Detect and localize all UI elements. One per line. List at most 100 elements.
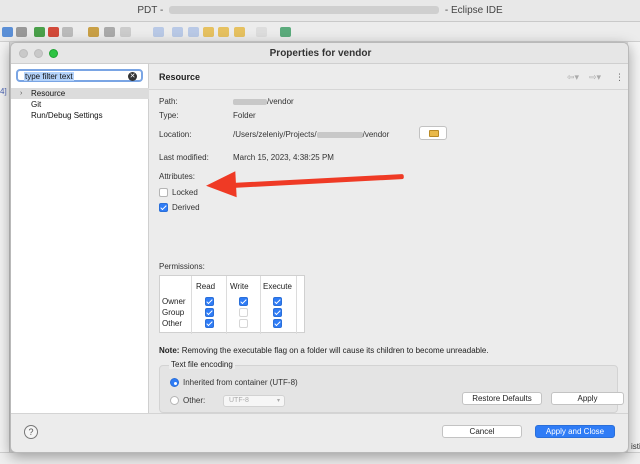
redacted-text: [316, 131, 363, 138]
locked-checkbox[interactable]: [159, 188, 168, 197]
properties-dialog: Properties for vendor type filter text ✕…: [10, 42, 629, 453]
cancel-button[interactable]: Cancel: [442, 425, 522, 438]
annotation-arrow-icon: [205, 171, 237, 199]
ide-right-edge-text: istic: [631, 442, 640, 451]
ide-right-panel: [628, 42, 640, 464]
modified-label: Last modified:: [159, 153, 209, 162]
toolbar-icon[interactable]: [280, 27, 291, 37]
owner-read-checkbox[interactable]: [205, 297, 214, 306]
back-icon[interactable]: [234, 27, 245, 37]
group-write-checkbox[interactable]: [239, 308, 248, 317]
tree-item-run-debug[interactable]: Run/Debug Settings: [11, 110, 149, 121]
locked-label: Locked: [172, 188, 198, 197]
type-value: Folder: [233, 111, 256, 120]
location-suffix: /vendor: [362, 130, 390, 139]
perm-header-write: Write: [230, 282, 249, 291]
column-divider: [191, 276, 192, 334]
ide-titlebar: PDT - - Eclipse IDE: [0, 0, 640, 22]
page-title: Resource: [159, 72, 201, 82]
note-label: Note:: [159, 346, 180, 355]
help-icon[interactable]: ?: [24, 425, 38, 439]
encoding-select-value: UTF-8: [229, 397, 249, 404]
tree-item-resource[interactable]: › Resource: [11, 88, 149, 99]
toolbar-icon[interactable]: [62, 27, 73, 37]
toolbar-icon[interactable]: [203, 27, 214, 37]
ide-title-prefix: PDT -: [137, 5, 164, 16]
other-encoding-label: Other:: [183, 396, 206, 405]
redacted-filename: [169, 6, 440, 15]
back-arrow-icon[interactable]: ⇦▾: [567, 72, 579, 83]
other-execute-checkbox[interactable]: [273, 319, 282, 328]
perm-header-read: Read: [196, 282, 216, 291]
toolbar-icon[interactable]: [2, 27, 13, 37]
toolbar-icon[interactable]: [172, 27, 183, 37]
attributes-label: Attributes:: [159, 172, 196, 181]
modified-value: March 15, 2023, 4:38:25 PM: [233, 153, 334, 162]
location-value: /Users/zeleniy/Projects/ /vendor: [233, 130, 389, 139]
more-menu-icon[interactable]: ⋮: [615, 72, 624, 83]
chevron-right-icon[interactable]: ›: [20, 88, 22, 99]
dialog-title: Properties for vendor: [269, 48, 372, 59]
toolbar-icon[interactable]: [153, 27, 164, 37]
ide-window-title: PDT - - Eclipse IDE: [0, 5, 640, 16]
permissions-label: Permissions:: [159, 262, 205, 271]
folder-arrow-icon: [429, 130, 439, 137]
apply-button[interactable]: Apply: [551, 392, 624, 405]
header-divider: [149, 89, 628, 90]
derived-label: Derived: [172, 203, 200, 212]
toolbar-icon[interactable]: [16, 27, 27, 37]
path-label: Path:: [159, 97, 178, 106]
tree-item-label: Resource: [31, 89, 66, 98]
perm-row-owner: Owner: [162, 297, 186, 306]
forward-arrow-icon[interactable]: ⇨▾: [589, 72, 601, 83]
executable-note: Note: Removing the executable flag on a …: [159, 346, 489, 355]
toolbar-icon[interactable]: [88, 27, 99, 37]
other-encoding-radio[interactable]: [170, 396, 179, 405]
forward-icon[interactable]: [256, 27, 267, 37]
group-execute-checkbox[interactable]: [273, 308, 282, 317]
permissions-table: Read Write Execute Owner Group Other: [159, 275, 305, 334]
type-label: Type:: [159, 111, 179, 120]
owner-execute-checkbox[interactable]: [273, 297, 282, 306]
tree-item-label: Git: [31, 100, 42, 109]
run-icon[interactable]: [34, 27, 45, 37]
tree-item-git[interactable]: Git: [11, 99, 149, 110]
group-read-checkbox[interactable]: [205, 308, 214, 317]
ide-gutter-text: 4]: [0, 87, 7, 96]
filter-input-text: type filter text: [24, 72, 74, 81]
clear-icon[interactable]: ✕: [128, 72, 137, 81]
derived-checkbox[interactable]: [159, 203, 168, 212]
note-text: Removing the executable flag on a folder…: [181, 346, 489, 355]
debug-icon[interactable]: [48, 27, 59, 37]
location-label: Location:: [159, 130, 192, 139]
redacted-text: [233, 98, 267, 105]
location-prefix: /Users/zeleniy/Projects/: [233, 130, 317, 139]
inherited-encoding-label: Inherited from container (UTF-8): [183, 378, 298, 387]
dialog-titlebar: Properties for vendor: [11, 43, 628, 64]
filter-input[interactable]: type filter text ✕: [16, 69, 143, 82]
toolbar-icon[interactable]: [188, 27, 199, 37]
tree-item-label: Run/Debug Settings: [31, 111, 103, 120]
column-divider: [296, 276, 297, 334]
apply-and-close-button[interactable]: Apply and Close: [535, 425, 615, 438]
column-divider: [226, 276, 227, 334]
encoding-select[interactable]: UTF-8 ▾: [223, 395, 285, 407]
other-write-checkbox[interactable]: [239, 319, 248, 328]
owner-write-checkbox[interactable]: [239, 297, 248, 306]
footer-divider: [11, 413, 628, 414]
encoding-group-title: Text file encoding: [169, 360, 235, 369]
path-value-text: /vendor: [267, 97, 294, 106]
ide-bottom-bar: [0, 452, 640, 464]
ide-title-suffix: - Eclipse IDE: [444, 5, 503, 16]
show-in-finder-button[interactable]: [419, 126, 447, 140]
toolbar-icon[interactable]: [120, 27, 131, 37]
toolbar-icon[interactable]: [104, 27, 115, 37]
perm-header-execute: Execute: [263, 282, 292, 291]
inherited-encoding-radio[interactable]: [170, 378, 179, 387]
restore-defaults-button[interactable]: Restore Defaults: [462, 392, 542, 405]
toolbar-icon[interactable]: [218, 27, 229, 37]
column-divider: [260, 276, 261, 334]
perm-row-group: Group: [162, 308, 185, 317]
other-read-checkbox[interactable]: [205, 319, 214, 328]
perm-row-other: Other: [162, 319, 183, 328]
